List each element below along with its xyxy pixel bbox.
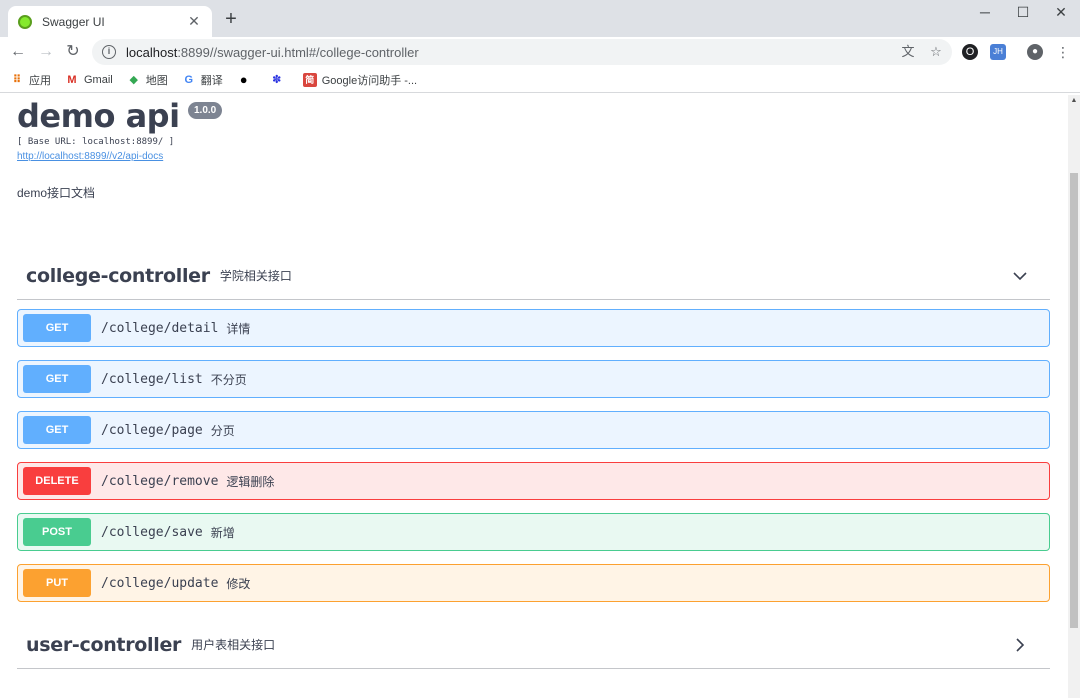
operation-summary: 修改: [226, 576, 251, 591]
api-description: demo接口文档: [17, 186, 96, 200]
bookmark-label: Google访问助手 -...: [321, 74, 418, 87]
maps-icon: ◆: [129, 73, 138, 86]
translate-page-icon[interactable]: 文: [900, 44, 916, 60]
jian-icon: 简: [302, 72, 317, 87]
api-info: demo api 1.0.0 [ Base URL: localhost:889…: [17, 97, 223, 201]
github-icon: ●: [239, 71, 248, 87]
bookmark-star-icon[interactable]: ☆: [928, 44, 944, 60]
bookmark-github[interactable]: ●: [237, 71, 256, 87]
method-badge: GET: [23, 314, 91, 342]
tab-strip: Swagger UI ✕ + ─ ☐ ✕: [0, 0, 1080, 37]
version-badge: 1.0.0: [188, 102, 223, 119]
operation-path: /college/save: [101, 524, 203, 540]
method-badge: PUT: [23, 569, 91, 597]
operation-get-college-list[interactable]: GET /college/list 不分页: [17, 360, 1050, 398]
tag-header[interactable]: user-controller 用户表相关接口: [17, 621, 1050, 669]
bookmark-maps[interactable]: ◆ 地图: [127, 72, 168, 88]
operation-get-college-detail[interactable]: GET /college/detail 详情: [17, 309, 1050, 347]
tag-description: 学院相关接口: [219, 269, 292, 283]
back-arrow-icon[interactable]: ←: [8, 42, 28, 62]
gmail-icon: M: [67, 73, 77, 86]
tag-header[interactable]: college-controller 学院相关接口: [17, 252, 1050, 300]
forward-arrow-icon[interactable]: →: [36, 42, 56, 62]
chevron-down-icon[interactable]: [1012, 268, 1028, 284]
operation-post-college-save[interactable]: POST /college/save 新增: [17, 513, 1050, 551]
tab-close-icon[interactable]: ✕: [186, 13, 202, 30]
menu-kebab-icon[interactable]: ⋮: [1055, 44, 1071, 60]
profile-avatar-icon[interactable]: ●: [1027, 44, 1043, 60]
operation-path: /college/detail: [101, 320, 219, 336]
reload-icon[interactable]: ↻: [63, 42, 83, 62]
page-title: demo api: [17, 97, 180, 135]
translate-icon: G: [184, 73, 194, 86]
minimize-button[interactable]: ─: [970, 4, 1000, 24]
bookmark-label: 翻译: [200, 74, 223, 87]
new-tab-button[interactable]: +: [220, 9, 242, 31]
method-badge: DELETE: [23, 467, 91, 495]
swagger-favicon-icon: [18, 14, 32, 29]
operation-summary: 新增: [210, 525, 235, 540]
page-viewport: demo api 1.0.0 [ Base URL: localhost:889…: [0, 95, 1068, 698]
bookmark-label: Gmail: [84, 73, 113, 86]
tag-name: college-controller: [26, 264, 210, 287]
method-badge: GET: [23, 365, 91, 393]
url-host: localhost: [126, 44, 178, 60]
browser-toolbar: ← → ↻ i localhost:8899//swagger-ui.html#…: [0, 37, 1080, 67]
base-url: [ Base URL: localhost:8899/ ]: [17, 137, 175, 147]
bookmark-google-helper[interactable]: 简 Google访问助手 -...: [302, 72, 418, 88]
operation-summary: 逻辑删除: [226, 474, 275, 489]
bookmark-gmail[interactable]: M Gmail: [65, 73, 113, 87]
bookmark-label: 地图: [145, 74, 168, 87]
vertical-scrollbar[interactable]: ▲: [1068, 95, 1080, 698]
bookmark-baidu[interactable]: ✽: [270, 73, 289, 87]
url-path: :8899//swagger-ui.html#/college-controll…: [177, 44, 419, 60]
operation-path: /college/list: [101, 371, 203, 387]
tab-title: Swagger UI: [42, 14, 105, 29]
bookmark-label: 应用: [29, 74, 51, 87]
operation-get-college-page[interactable]: GET /college/page 分页: [17, 411, 1050, 449]
tag-user-controller[interactable]: user-controller 用户表相关接口: [17, 621, 1050, 669]
tag-name: user-controller: [26, 633, 182, 656]
method-badge: GET: [23, 416, 91, 444]
close-window-button[interactable]: ✕: [1046, 4, 1076, 24]
operation-path: /college/remove: [101, 473, 219, 489]
scrollbar-thumb[interactable]: [1070, 173, 1078, 628]
extension-icon[interactable]: O: [962, 44, 978, 60]
browser-tab[interactable]: Swagger UI ✕: [8, 6, 212, 37]
address-bar[interactable]: i localhost:8899//swagger-ui.html#/colle…: [92, 39, 952, 65]
tag-college-controller[interactable]: college-controller 学院相关接口: [17, 252, 1050, 300]
operation-path: /college/page: [101, 422, 203, 438]
baidu-paw-icon: ✽: [272, 73, 282, 86]
operation-summary: 不分页: [210, 372, 247, 387]
apps-grid-icon: ⠿: [12, 73, 22, 86]
maximize-button[interactable]: ☐: [1008, 4, 1038, 24]
operation-summary: 分页: [210, 423, 235, 438]
operation-delete-college-remove[interactable]: DELETE /college/remove 逻辑删除: [17, 462, 1050, 500]
bookmarks-bar: ⠿ 应用 M Gmail ◆ 地图 G 翻译 ● ✽ 简 Google访问助手 …: [0, 67, 1080, 93]
jh-extension-icon[interactable]: JH: [990, 44, 1006, 60]
bookmark-translate[interactable]: G 翻译: [182, 72, 223, 88]
site-info-icon[interactable]: i: [102, 45, 116, 59]
operation-summary: 详情: [226, 321, 251, 336]
tag-description: 用户表相关接口: [191, 638, 276, 652]
api-docs-link[interactable]: http://localhost:8899//v2/api-docs: [17, 151, 222, 162]
method-badge: POST: [23, 518, 91, 546]
scroll-up-arrow-icon[interactable]: ▲: [1068, 97, 1080, 107]
operation-path: /college/update: [101, 575, 219, 591]
bookmark-apps[interactable]: ⠿ 应用: [10, 72, 51, 88]
chevron-right-icon[interactable]: [1012, 637, 1028, 653]
operation-put-college-update[interactable]: PUT /college/update 修改: [17, 564, 1050, 602]
